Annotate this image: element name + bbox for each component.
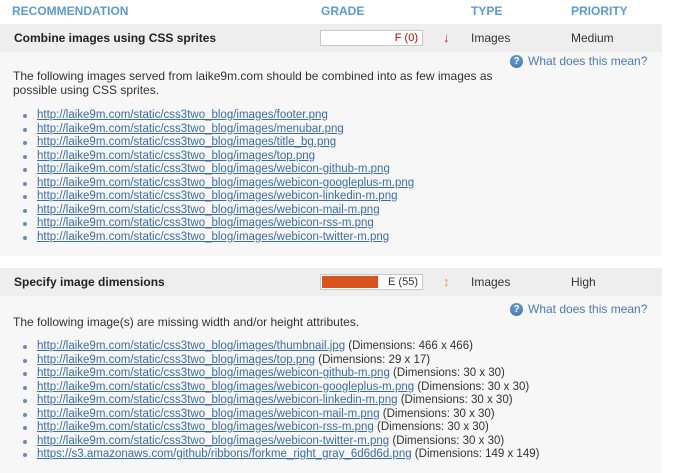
image-dimensions-note: (Dimensions: 149 x 149) [411,448,540,460]
image-dimensions-note: (Dimensions: 30 x 30) [389,367,505,379]
url-list: http://laike9m.com/static/css3two_blog/i… [0,340,539,462]
grade-bar-fill [322,276,378,288]
resource-link[interactable]: http://laike9m.com/static/css3two_blog/i… [37,231,389,243]
recommendations-header: RECOMMENDATION GRADE TYPE PRIORITY [0,0,662,24]
priority-column-header[interactable]: PRIORITY [571,4,628,18]
url-list-item: http://laike9m.com/static/css3two_blog/i… [22,407,539,422]
help-link-label: What does this mean? [528,54,648,68]
url-list-item: http://laike9m.com/static/css3two_blog/i… [22,163,414,177]
url-list-item: http://laike9m.com/static/css3two_blog/i… [22,136,414,150]
resource-link[interactable]: http://laike9m.com/static/css3two_blog/i… [37,381,414,393]
url-list-item: http://laike9m.com/static/css3two_blog/i… [22,394,539,408]
grade-bar: E (55) [320,274,423,290]
help-link-label: What does this mean? [528,302,648,316]
image-dimensions-note: (Dimensions: 30 x 30) [373,421,489,433]
resource-link[interactable]: http://laike9m.com/static/css3two_blog/i… [37,150,315,162]
url-list-item: http://laike9m.com/static/css3two_blog/i… [22,340,539,354]
image-dimensions-note: (Dimensions: 30 x 30) [414,380,530,393]
rule-row-image-dimensions[interactable]: Specify image dimensions E (55) ↕ Images… [0,268,662,296]
rule-priority: High [571,275,596,289]
url-list-item: http://laike9m.com/static/css3two_blog/i… [22,204,414,218]
grade-value: F (0) [394,32,418,44]
type-column-header[interactable]: TYPE [471,4,502,18]
grade-column-header[interactable]: GRADE [321,4,364,18]
rule-name[interactable]: Specify image dimensions [14,275,165,289]
image-dimensions-note: (Dimensions: 466 x 466) [345,340,473,352]
rule-details-image-dimensions: ? What does this mean? The following ima… [0,296,662,473]
url-list-item: http://laike9m.com/static/css3two_blog/i… [22,367,539,381]
url-list-item: http://laike9m.com/static/css3two_blog/i… [22,177,414,191]
url-list-item: http://laike9m.com/static/css3two_blog/i… [22,190,414,204]
resource-link[interactable]: http://laike9m.com/static/css3two_blog/i… [37,408,380,420]
rule-row-css-sprites[interactable]: Combine images using CSS sprites F (0) ↓… [0,24,662,52]
image-dimensions-note: (Dimensions: 30 x 30) [379,407,495,420]
url-list-item: http://laike9m.com/static/css3two_blog/i… [22,217,414,231]
grade-value: E (55) [388,276,418,288]
resource-link[interactable]: http://laike9m.com/static/css3two_blog/i… [37,421,374,433]
resource-link[interactable]: http://laike9m.com/static/css3two_blog/i… [37,136,336,148]
resource-link[interactable]: http://laike9m.com/static/css3two_blog/i… [37,109,328,121]
url-list-item: http://laike9m.com/static/css3two_blog/i… [22,150,414,164]
rule-details-css-sprites: ? What does this mean? The following ima… [0,52,662,256]
url-list-item: https://s3.amazonaws.com/github/ribbons/… [22,448,540,462]
rule-priority: Medium [571,31,614,45]
arrow-up-down-icon: ↕ [443,274,450,289]
resource-link[interactable]: http://laike9m.com/static/css3two_blog/i… [37,367,390,379]
rule-description: The following image(s) are missing width… [13,315,360,329]
arrow-down-icon: ↓ [443,30,450,45]
help-link[interactable]: ? What does this mean? [510,302,647,316]
resource-link[interactable]: http://laike9m.com/static/css3two_blog/i… [37,190,398,202]
resource-link[interactable]: http://laike9m.com/static/css3two_blog/i… [37,163,390,175]
resource-link[interactable]: http://laike9m.com/static/css3two_blog/i… [37,217,374,229]
resource-link[interactable]: http://laike9m.com/static/css3two_blog/i… [37,354,315,366]
resource-link[interactable]: http://laike9m.com/static/css3two_blog/i… [37,204,380,216]
resource-link[interactable]: http://laike9m.com/static/css3two_blog/i… [37,394,398,406]
resource-link[interactable]: http://laike9m.com/static/css3two_blog/i… [37,340,345,352]
url-list-item: http://laike9m.com/static/css3two_blog/i… [22,421,539,435]
url-list-item: http://laike9m.com/static/css3two_blog/i… [22,231,414,245]
image-dimensions-note: (Dimensions: 30 x 30) [389,434,505,447]
grade-bar: F (0) [320,30,423,46]
url-list-item: http://laike9m.com/static/css3two_blog/i… [22,123,414,137]
url-list: http://laike9m.com/static/css3two_blog/i… [0,109,414,244]
recommendation-column-header[interactable]: RECOMMENDATION [12,4,128,18]
url-list-item: http://laike9m.com/static/css3two_blog/i… [22,380,539,395]
resource-link[interactable]: https://s3.amazonaws.com/github/ribbons/… [37,448,412,460]
help-icon: ? [510,54,523,68]
help-link[interactable]: ? What does this mean? [510,54,647,68]
resource-link[interactable]: http://laike9m.com/static/css3two_blog/i… [37,435,389,447]
resource-link[interactable]: http://laike9m.com/static/css3two_blog/i… [37,177,414,189]
url-list-item: http://laike9m.com/static/css3two_blog/i… [22,434,539,449]
rule-type: Images [471,275,511,289]
rule-description: The following images served from laike9m… [13,69,493,97]
image-dimensions-note: (Dimensions: 30 x 30) [397,394,513,406]
help-icon: ? [510,302,523,316]
rule-type: Images [471,31,511,45]
rule-name[interactable]: Combine images using CSS sprites [14,31,216,45]
url-list-item: http://laike9m.com/static/css3two_blog/i… [22,109,414,123]
image-dimensions-note: (Dimensions: 29 x 17) [315,353,431,366]
resource-link[interactable]: http://laike9m.com/static/css3two_blog/i… [37,123,344,135]
url-list-item: http://laike9m.com/static/css3two_blog/i… [22,353,539,368]
